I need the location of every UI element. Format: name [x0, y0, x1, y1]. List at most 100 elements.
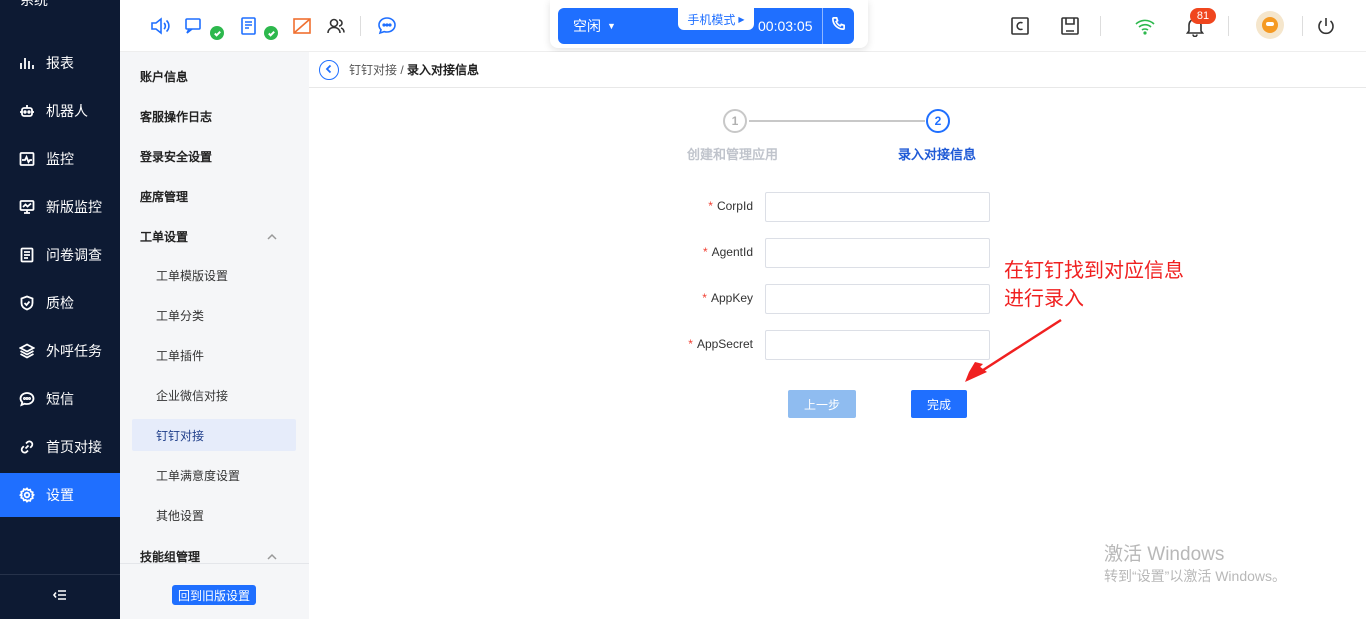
back-button[interactable]	[319, 59, 339, 80]
nav-item-label: 监控	[46, 151, 74, 167]
submenu-item-ticket-plugin[interactable]: 工单插件	[120, 339, 309, 371]
submenu-item-label: 工单模版设置	[156, 268, 229, 283]
phone-mode-label: 手机模式	[687, 12, 736, 27]
chat-bubble-icon	[18, 390, 36, 408]
notification-count-badge: 81	[1190, 8, 1216, 24]
submenu-item-ticket-template[interactable]: 工单模版设置	[120, 259, 309, 291]
submenu-item-label: 登录安全设置	[140, 149, 213, 164]
submenu-item-label: 座席管理	[140, 189, 189, 204]
submenu-item-other-settings[interactable]: 其他设置	[120, 499, 309, 531]
submenu-item-ticket-category[interactable]: 工单分类	[120, 299, 309, 331]
nav-item-label: 短信	[46, 391, 74, 407]
nav-item-label: 机器人	[46, 103, 88, 119]
user-avatar[interactable]	[1256, 11, 1284, 39]
step-connector	[749, 120, 925, 122]
submenu-item-ticket-satisfaction[interactable]: 工单满意度设置	[120, 459, 309, 491]
save-icon[interactable]	[1059, 15, 1081, 37]
submenu-item-account-info[interactable]: 账户信息	[120, 60, 309, 92]
field-label-text: AppSecret	[696, 337, 753, 351]
phone-call-button[interactable]	[822, 8, 854, 44]
step-2-label: 录入对接信息	[898, 147, 977, 162]
power-icon[interactable]	[1315, 15, 1337, 37]
submenu-item-label: 工单插件	[156, 348, 205, 363]
toolbar-divider	[1100, 16, 1101, 36]
submenu-item-label: 客服操作日志	[140, 109, 213, 124]
nav-item-label: 问卷调查	[46, 247, 102, 263]
c-box-icon[interactable]	[1009, 15, 1031, 37]
back-to-old-settings-button[interactable]: 回到旧版设置	[172, 585, 257, 605]
step-1-label: 创建和管理应用	[687, 147, 779, 162]
finish-button[interactable]: 完成	[911, 390, 967, 418]
submenu-item-label: 企业微信对接	[156, 388, 229, 403]
agent-avatar-icon	[1262, 17, 1278, 33]
annotation-line-2: 进行录入	[1004, 288, 1084, 310]
submenu-item-label: 其他设置	[156, 508, 205, 523]
message-icon[interactable]	[183, 15, 205, 37]
agent-status-dropdown[interactable]: 空闲 ▼	[558, 8, 678, 44]
toolbar-divider	[360, 16, 361, 36]
agent-status-label: 空闲	[573, 18, 601, 34]
nav-item-robot[interactable]: 机器人	[0, 89, 120, 133]
corpid-input[interactable]	[765, 192, 990, 222]
submenu-item-seat-management[interactable]: 座席管理	[120, 180, 309, 212]
breadcrumb-current: 录入对接信息	[407, 63, 480, 77]
submenu-item-dingtalk-integration[interactable]: 钉钉对接	[132, 419, 296, 451]
submenu-item-label: 钉钉对接	[156, 428, 205, 443]
nav-item-reports[interactable]: 报表	[0, 41, 120, 85]
chevron-up-icon	[267, 231, 277, 241]
collapse-sidebar-button[interactable]	[0, 574, 120, 619]
nav-item-settings[interactable]: 设置	[0, 473, 120, 517]
collapse-menu-icon	[52, 587, 68, 608]
call-timer: 00:03:05	[758, 18, 813, 34]
step-1-indicator: 1	[723, 109, 747, 133]
caret-right-icon: ▶	[738, 14, 745, 24]
breadcrumb-parent[interactable]: 钉钉对接	[349, 63, 397, 77]
caret-down-icon: ▼	[607, 21, 616, 31]
main-content: 钉钉对接 / 录入对接信息 1 2 创建和管理应用 录入对接信息 * CorpId…	[309, 52, 1366, 619]
submenu-item-login-security[interactable]: 登录安全设置	[120, 140, 309, 172]
sms-form-icon[interactable]	[238, 15, 260, 37]
submenu-item-wecom-integration[interactable]: 企业微信对接	[120, 379, 309, 411]
phone-mode-button[interactable]: 手机模式 ▶	[678, 8, 754, 30]
no-image-icon[interactable]	[291, 15, 313, 37]
online-check-icon	[210, 26, 224, 40]
call-control-panel: 空闲 ▼ 手机模式 ▶ 00:03:05	[550, 0, 868, 48]
breadcrumb: 钉钉对接 / 录入对接信息	[349, 61, 479, 78]
previous-step-button[interactable]: 上一步	[788, 390, 856, 418]
bar-chart-icon	[18, 54, 36, 72]
required-mark: *	[702, 291, 707, 305]
chevron-up-icon	[267, 551, 277, 561]
users-icon[interactable]	[325, 15, 347, 37]
survey-icon	[18, 246, 36, 264]
chat-service-icon[interactable]	[376, 15, 398, 37]
toolbar-divider	[1302, 16, 1303, 36]
nav-item-label: 质检	[46, 295, 74, 311]
nav-item-label: 报表	[46, 55, 74, 71]
nav-item-new-monitor[interactable]: 新版监控	[0, 185, 120, 229]
required-mark: *	[688, 337, 693, 351]
appkey-label: * AppKey	[613, 291, 753, 305]
submenu-item-operation-log[interactable]: 客服操作日志	[120, 100, 309, 132]
nav-item-label: 新版监控	[46, 199, 102, 215]
nav-item-survey[interactable]: 问卷调查	[0, 233, 120, 277]
agentid-input[interactable]	[765, 238, 990, 268]
submenu-item-label: 工单满意度设置	[156, 468, 241, 483]
appkey-input[interactable]	[765, 284, 990, 314]
nav-item-homepage-integration[interactable]: 首页对接	[0, 425, 120, 469]
nav-item-sms[interactable]: 短信	[0, 377, 120, 421]
nav-item-monitor[interactable]: 监控	[0, 137, 120, 181]
nav-item-quality[interactable]: 质检	[0, 281, 120, 325]
appsecret-label: * AppSecret	[613, 337, 753, 351]
layers-icon	[18, 342, 36, 360]
speaker-icon[interactable]	[149, 15, 171, 37]
nav-item-outbound[interactable]: 外呼任务	[0, 329, 120, 373]
breadcrumb-bar: 钉钉对接 / 录入对接信息	[309, 52, 1366, 88]
required-mark: *	[708, 199, 713, 213]
submenu-group-ticket-settings[interactable]: 工单设置	[120, 220, 309, 252]
submenu-item-label: 账户信息	[140, 69, 189, 84]
pulse-monitor-icon	[18, 150, 36, 168]
online-check-icon	[264, 26, 278, 40]
shield-check-icon	[18, 294, 36, 312]
link-icon	[18, 438, 36, 456]
annotation-line-1: 在钉钉找到对应信息	[1004, 260, 1184, 282]
